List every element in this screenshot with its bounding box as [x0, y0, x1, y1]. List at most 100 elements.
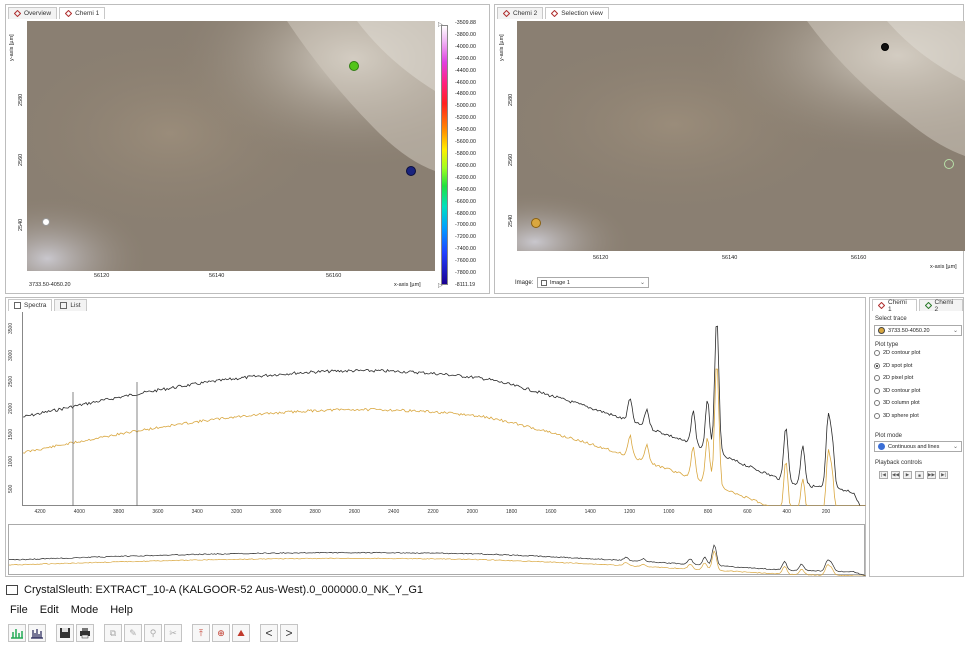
tab-side-chemi-1[interactable]: Chemi 1 — [872, 299, 917, 313]
chevron-down-icon: ⌄ — [639, 280, 645, 286]
radio-button[interactable] — [874, 387, 880, 394]
radio-button[interactable] — [874, 375, 880, 381]
tab-chemi-1[interactable]: Chemi 1 — [59, 7, 106, 19]
save-icon[interactable] — [56, 624, 74, 642]
x-tick: 56140 — [722, 255, 738, 261]
stop-button[interactable]: ■ — [915, 471, 924, 479]
tab-overview[interactable]: Overview — [8, 7, 58, 19]
edit-chart-icon[interactable]: ✎ — [124, 624, 142, 642]
radio-button[interactable] — [874, 412, 880, 419]
colorbar-tick: -4000.00 — [455, 43, 476, 50]
plot-type-option[interactable]: 2D pixel plot — [874, 375, 913, 381]
tab-side-chemi-2[interactable]: Chemi 2 — [918, 298, 963, 313]
image-select-value: Image 1 — [550, 279, 570, 286]
trace-icon — [878, 327, 885, 334]
chevron-down-icon: ⌄ — [952, 328, 958, 334]
next-icon[interactable]: > — [280, 624, 298, 642]
tab-spectra[interactable]: Spectra — [8, 299, 53, 311]
colorbar-tick: -8111.19 — [455, 282, 476, 288]
plot-type-option[interactable]: 3D contour plot — [874, 387, 920, 394]
trace-select[interactable]: 3733.50-4050.20 ⌄ — [874, 325, 962, 336]
spectrum-overview[interactable] — [8, 524, 866, 577]
diamond-icon — [502, 9, 511, 18]
y-tick: 2580 — [508, 93, 514, 106]
pin-icon[interactable]: ⚲ — [144, 624, 162, 642]
list-icon — [60, 302, 68, 309]
export-icon[interactable]: ⤒ — [192, 624, 210, 642]
y-axis-label: y-axis [µm] — [499, 34, 505, 61]
print-icon[interactable] — [76, 624, 94, 642]
plot-type-label: 2D spot plot — [883, 362, 913, 369]
next-frame-button[interactable]: ▶▶ — [927, 471, 936, 479]
cut-icon[interactable]: ✂ — [164, 624, 182, 642]
image-select-label: Image: — [515, 280, 534, 286]
spot-black[interactable] — [881, 43, 889, 51]
diamond-icon — [877, 301, 886, 310]
colorbar-tick: -5800.00 — [455, 151, 476, 157]
spectrum-x-tick: 3000 — [270, 509, 282, 515]
playback-label: Playback controls — [875, 460, 923, 466]
spectrum-bars-icon[interactable] — [28, 624, 46, 642]
menu-file[interactable]: File — [10, 604, 28, 616]
colorbar-ticks: -3509.88 -3800.00 -4000.00 -4200.00 -4400.00… — [441, 5, 491, 295]
spectrum-y-tick: 3000 — [8, 349, 14, 361]
colorbar-tick: -6200.00 — [455, 174, 476, 181]
radio-button[interactable] — [874, 350, 880, 356]
y-tick: 2540 — [508, 214, 514, 227]
spot-white[interactable] — [42, 218, 50, 226]
spectrum-line-gold — [22, 368, 866, 507]
left-image-panel: Overview Chemi 1 y-axis [µm] 2540 2560 2… — [5, 4, 490, 294]
tab-selection-view[interactable]: Selection view — [545, 7, 609, 19]
side-tabs: Chemi 1 Chemi 2 — [870, 298, 963, 313]
colorbar-tick: -4600.00 — [455, 79, 476, 86]
diamond-icon — [924, 301, 932, 310]
tab-label: Overview — [24, 10, 52, 17]
image-select[interactable]: Image 1 ⌄ — [537, 277, 649, 288]
title-bar: CrystalSleuth: EXTRACT_10-A (KALGOOR-52 … — [0, 580, 968, 600]
sample-image-left[interactable] — [27, 21, 435, 271]
bar-chart-icon[interactable] — [8, 624, 26, 642]
play-button[interactable]: ▶ — [903, 471, 912, 479]
copy-icon[interactable]: ⧉ — [104, 624, 122, 642]
spectra-panel: Spectra List 3500 3000 2500 2000 1500 1000 500… — [5, 297, 866, 577]
left-view-tabs: Overview Chemi 1 — [6, 5, 489, 19]
plot-type-option[interactable]: 3D column plot — [874, 400, 920, 406]
spot-green[interactable] — [349, 61, 359, 71]
microscope-image — [517, 21, 965, 251]
tab-list[interactable]: List — [54, 299, 87, 311]
right-view-tabs: Chemi 2 Selection view — [495, 5, 963, 19]
mineral-icon[interactable]: ⛰ — [232, 624, 250, 642]
radio-button[interactable] — [874, 400, 880, 406]
last-frame-button[interactable]: ▶| — [939, 471, 948, 479]
tab-label: List — [70, 302, 81, 309]
menu-help[interactable]: Help — [110, 604, 133, 616]
first-frame-button[interactable]: |◀ — [879, 471, 888, 479]
spectrum-y-tick: 3500 — [8, 322, 14, 334]
plot-type-option[interactable]: 3D sphere plot — [874, 412, 919, 419]
x-tick: 56160 — [851, 255, 867, 261]
overview-curves — [8, 544, 866, 577]
tab-label: Chemi 2 — [934, 298, 954, 313]
menu-mode[interactable]: Mode — [71, 604, 99, 616]
plot-mode-select[interactable]: Continuous and lines ⌄ — [874, 441, 962, 452]
menu-edit[interactable]: Edit — [40, 604, 59, 616]
spot-light-green[interactable] — [944, 159, 954, 169]
plot-type-option[interactable]: 2D contour plot — [874, 350, 920, 356]
tab-label: Chemi 2 — [513, 10, 538, 17]
colorbar-tick: -5200.00 — [455, 115, 476, 122]
tab-chemi-2[interactable]: Chemi 2 — [497, 7, 544, 19]
plot-type-option[interactable]: 2D spot plot — [874, 362, 913, 369]
previous-icon[interactable]: < — [260, 624, 278, 642]
radio-button[interactable] — [874, 362, 880, 369]
right-image-panel: Chemi 2 Selection view y-axis [µm] 2540 — [494, 4, 965, 294]
colorbar-tick: -4200.00 — [455, 55, 476, 62]
add-peak-icon[interactable]: ⊕ — [212, 624, 230, 642]
select-trace-label: Select trace — [875, 316, 907, 322]
prev-frame-button[interactable]: ◀◀ — [891, 471, 900, 479]
spot-navy[interactable] — [406, 166, 416, 176]
diamond-icon — [551, 9, 559, 18]
colorbar-tick: -3800.00 — [455, 31, 476, 38]
spot-orange[interactable] — [531, 218, 541, 228]
spectrum-plot[interactable] — [22, 312, 866, 507]
sample-image-right[interactable] — [517, 21, 965, 251]
